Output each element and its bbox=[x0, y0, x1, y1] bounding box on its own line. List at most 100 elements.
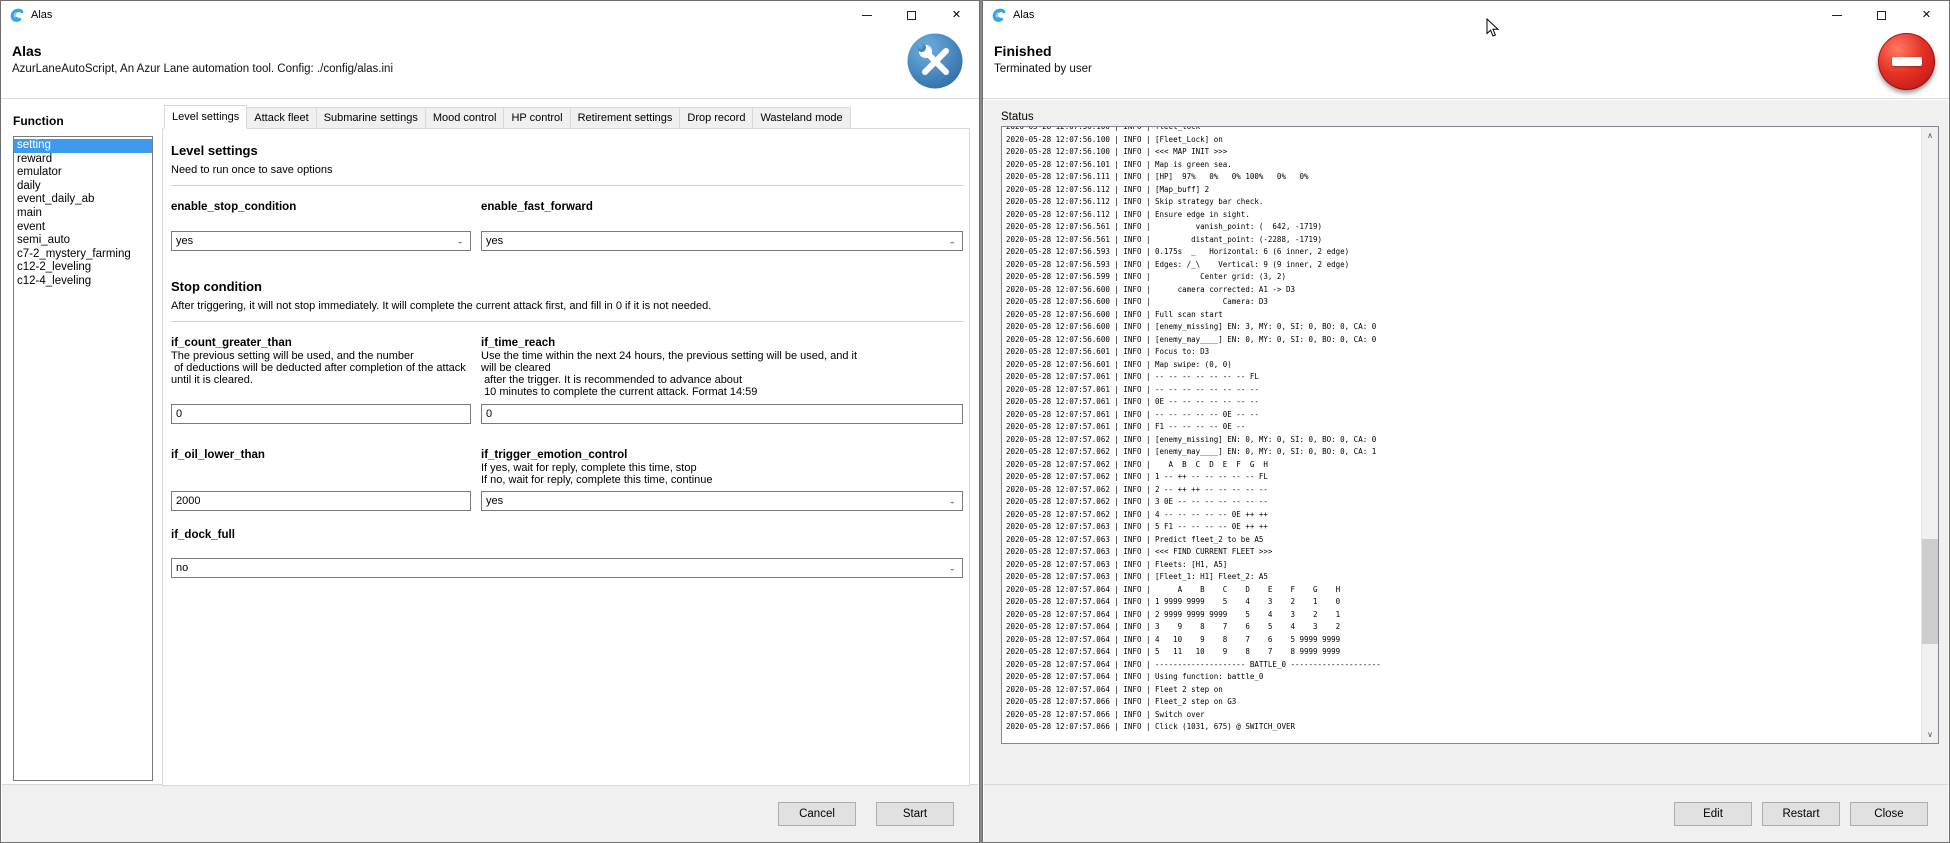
scrollbar-up-icon[interactable]: ∧ bbox=[1922, 127, 1938, 144]
left-footer: Cancel Start bbox=[2, 784, 978, 842]
log-output: 2020-05-28 12:07:56.100 | INFO | fleet_l… bbox=[1006, 126, 1920, 734]
sidebar-item-setting[interactable]: setting bbox=[14, 139, 152, 153]
if-count-greater-than-label: if_count_greater_than bbox=[171, 336, 471, 350]
stop-sign-icon bbox=[1878, 33, 1935, 90]
settings-main: Level settingsAttack fleetSubmarine sett… bbox=[158, 100, 978, 784]
section-desc: Need to run once to save options bbox=[171, 164, 963, 176]
scrollbar-down-icon[interactable]: ∨ bbox=[1922, 726, 1938, 743]
if-time-reach-label: if_time_reach bbox=[481, 336, 963, 350]
if-trigger-emotion-control-label: if_trigger_emotion_control bbox=[481, 448, 963, 462]
status-subtitle: Terminated by user bbox=[994, 63, 1949, 75]
select-value: yes bbox=[486, 235, 503, 247]
header: Finished Terminated by user bbox=[983, 29, 1949, 99]
if-count-greater-than-input[interactable] bbox=[171, 404, 471, 424]
window-title: Alas bbox=[1013, 9, 1034, 21]
status-title: Finished bbox=[994, 43, 1949, 59]
log-box[interactable]: 2020-05-28 12:07:56.100 | INFO | fleet_l… bbox=[1001, 126, 1939, 744]
sidebar-item-c12-4_leveling[interactable]: c12-4_leveling bbox=[14, 275, 152, 289]
chevron-down-icon: ⌄ bbox=[948, 564, 956, 573]
tab-attack-fleet[interactable]: Attack fleet bbox=[246, 107, 316, 129]
start-button[interactable]: Start bbox=[876, 802, 954, 826]
window-alas-settings: Alas ✕ Alas AzurLaneAutoScript, An Azur … bbox=[0, 0, 980, 843]
chevron-down-icon: ⌄ bbox=[948, 497, 956, 506]
sidebar-item-event[interactable]: event bbox=[14, 221, 152, 235]
scrollbar-thumb[interactable] bbox=[1922, 539, 1938, 644]
function-sidebar: Function settingrewardemulatordailyevent… bbox=[2, 100, 158, 784]
tab-bar: Level settingsAttack fleetSubmarine sett… bbox=[162, 107, 970, 129]
if-oil-lower-than-input[interactable] bbox=[171, 491, 471, 511]
titlebar[interactable]: Alas ✕ bbox=[1, 1, 979, 29]
sidebar-item-emulator[interactable]: emulator bbox=[14, 166, 152, 180]
section-desc: After triggering, it will not stop immed… bbox=[171, 300, 963, 312]
minimize-icon bbox=[1832, 15, 1842, 16]
minimize-button[interactable] bbox=[1814, 1, 1859, 29]
close-button[interactable]: ✕ bbox=[934, 1, 979, 29]
if-time-reach-input[interactable] bbox=[481, 404, 963, 424]
sidebar-item-c12-2_leveling[interactable]: c12-2_leveling bbox=[14, 261, 152, 275]
tab-drop-record[interactable]: Drop record bbox=[679, 107, 753, 129]
tools-icon bbox=[906, 32, 964, 90]
function-listbox[interactable]: settingrewardemulatordailyevent_daily_ab… bbox=[13, 136, 153, 781]
close-button[interactable]: ✕ bbox=[1904, 1, 1949, 29]
alas-app-icon bbox=[9, 7, 25, 23]
window-alas-log: Alas ✕ Finished Terminated by user Statu… bbox=[982, 0, 1950, 843]
section-title: Level settings bbox=[171, 144, 963, 158]
if-count-greater-than-desc: The previous setting will be used, and t… bbox=[171, 350, 471, 386]
if-time-reach-desc: Use the time within the next 24 hours, t… bbox=[481, 350, 963, 398]
stop-bar bbox=[1892, 57, 1922, 66]
page-subtitle: AzurLaneAutoScript, An Azur Lane automat… bbox=[12, 63, 979, 75]
maximize-icon bbox=[1877, 11, 1886, 20]
select-value: yes bbox=[176, 235, 193, 247]
right-footer: Edit Restart Close bbox=[984, 784, 1948, 842]
if-trigger-emotion-control-select[interactable]: yes ⌄ bbox=[481, 491, 963, 511]
titlebar[interactable]: Alas ✕ bbox=[983, 1, 1949, 29]
if-trigger-emotion-control-desc: If yes, wait for reply, complete this ti… bbox=[481, 462, 963, 486]
mouse-cursor bbox=[1486, 18, 1499, 37]
alas-app-icon bbox=[991, 7, 1007, 23]
function-label: Function bbox=[13, 114, 153, 128]
sidebar-item-c7-2_mystery_farming[interactable]: c7-2_mystery_farming bbox=[14, 248, 152, 262]
status-label: Status bbox=[1001, 111, 1948, 123]
status-area: Status 2020-05-28 12:07:56.100 | INFO | … bbox=[984, 100, 1948, 784]
settings-content: Function settingrewardemulatordailyevent… bbox=[2, 100, 978, 784]
close-log-button[interactable]: Close bbox=[1850, 802, 1928, 826]
scrollbar[interactable]: ∧ ∨ bbox=[1921, 127, 1938, 743]
enable-stop-condition-select[interactable]: yes ⌄ bbox=[171, 231, 471, 251]
sidebar-item-reward[interactable]: reward bbox=[14, 153, 152, 167]
tab-wasteland-mode[interactable]: Wasteland mode bbox=[752, 107, 850, 129]
minimize-icon bbox=[862, 15, 872, 16]
header: Alas AzurLaneAutoScript, An Azur Lane au… bbox=[1, 29, 979, 99]
divider bbox=[171, 321, 963, 322]
tab-level-settings[interactable]: Level settings bbox=[164, 105, 247, 129]
maximize-button[interactable] bbox=[1859, 1, 1904, 29]
divider bbox=[171, 185, 963, 186]
page-title: Alas bbox=[12, 43, 979, 59]
sidebar-item-event_daily_ab[interactable]: event_daily_ab bbox=[14, 193, 152, 207]
cancel-button[interactable]: Cancel bbox=[778, 802, 856, 826]
minimize-button[interactable] bbox=[844, 1, 889, 29]
close-icon: ✕ bbox=[952, 10, 961, 21]
select-value: yes bbox=[486, 495, 503, 507]
if-dock-full-select[interactable]: no ⌄ bbox=[171, 558, 963, 578]
tab-mood-control[interactable]: Mood control bbox=[425, 107, 505, 129]
tab-hp-control[interactable]: HP control bbox=[503, 107, 570, 129]
edit-button[interactable]: Edit bbox=[1674, 802, 1752, 826]
tab-submarine-settings[interactable]: Submarine settings bbox=[316, 107, 426, 129]
section-title: Stop condition bbox=[171, 280, 963, 294]
tab-retirement-settings[interactable]: Retirement settings bbox=[570, 107, 681, 129]
sidebar-item-semi_auto[interactable]: semi_auto bbox=[14, 234, 152, 248]
enable-stop-condition-label: enable_stop_condition bbox=[171, 200, 471, 214]
window-title: Alas bbox=[31, 9, 52, 21]
tab-page-level-settings: Level settings Need to run once to save … bbox=[162, 128, 970, 786]
maximize-icon bbox=[907, 11, 916, 20]
close-icon: ✕ bbox=[1922, 10, 1931, 21]
chevron-down-icon: ⌄ bbox=[948, 237, 956, 246]
enable-fast-forward-label: enable_fast_forward bbox=[481, 200, 963, 214]
if-dock-full-label: if_dock_full bbox=[171, 528, 963, 542]
maximize-button[interactable] bbox=[889, 1, 934, 29]
restart-button[interactable]: Restart bbox=[1762, 802, 1840, 826]
sidebar-item-main[interactable]: main bbox=[14, 207, 152, 221]
enable-fast-forward-select[interactable]: yes ⌄ bbox=[481, 231, 963, 251]
select-value: no bbox=[176, 562, 188, 574]
sidebar-item-daily[interactable]: daily bbox=[14, 180, 152, 194]
